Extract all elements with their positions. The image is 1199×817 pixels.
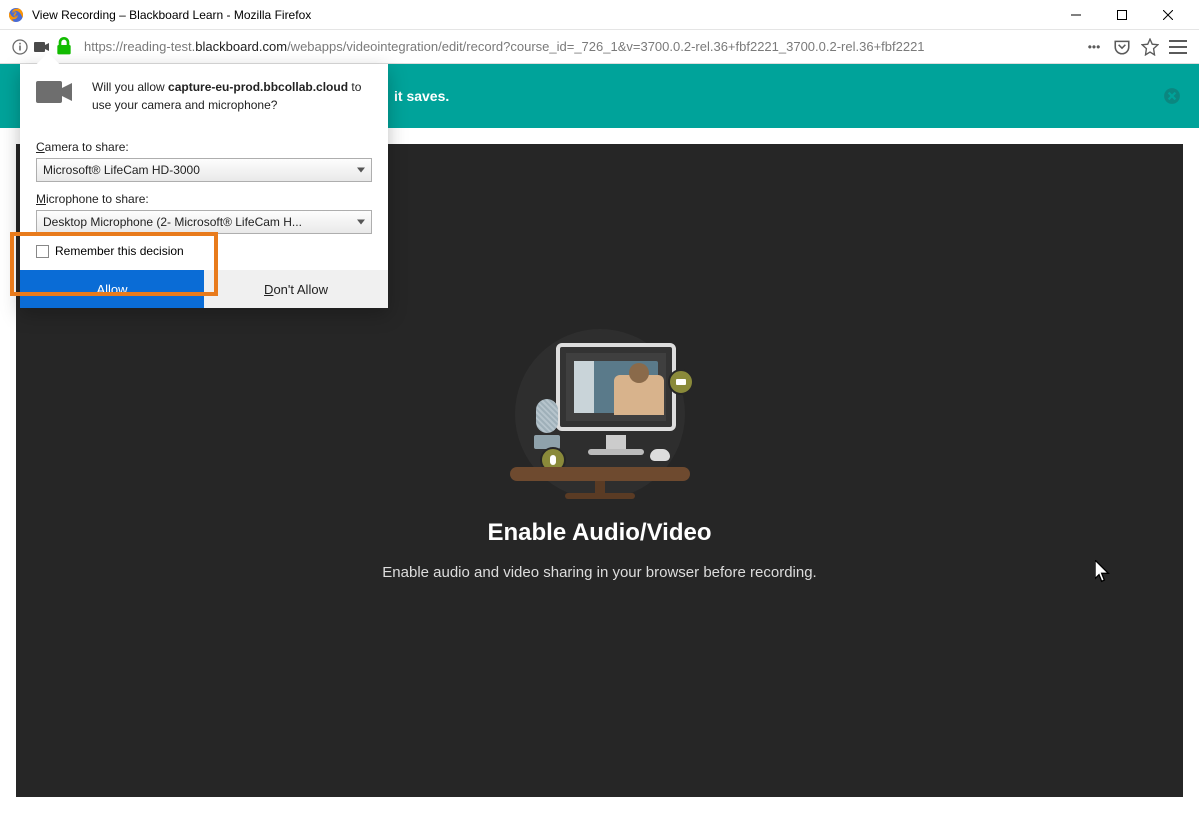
camera-share-label: Camera to share:	[36, 140, 372, 154]
remember-checkbox[interactable]	[36, 245, 49, 258]
allow-button[interactable]: Allow	[20, 270, 204, 308]
camera-icon	[36, 78, 74, 106]
pocket-icon[interactable]	[1113, 38, 1131, 56]
enable-av-illustration	[510, 329, 690, 499]
camera-badge-icon	[668, 369, 694, 395]
page-actions-icon[interactable]: •••	[1085, 38, 1103, 56]
address-bar: https://reading-test.blackboard.com/weba…	[0, 30, 1199, 64]
window-titlebar: View Recording – Blackboard Learn - Mozi…	[0, 0, 1199, 30]
dont-allow-button[interactable]: Don't Allow	[204, 270, 388, 308]
camera-select[interactable]: Microsoft® LifeCam HD-3000	[36, 158, 372, 182]
enable-av-heading: Enable Audio/Video	[300, 519, 900, 547]
microphone-select[interactable]: Desktop Microphone (2- Microsoft® LifeCa…	[36, 210, 372, 234]
permission-dialog: Will you allow capture-eu-prod.bbcollab.…	[20, 64, 388, 308]
notification-text: it saves.	[394, 88, 449, 104]
window-title: View Recording – Blackboard Learn - Mozi…	[32, 8, 1053, 22]
bookmark-star-icon[interactable]	[1141, 38, 1159, 56]
remember-label: Remember this decision	[55, 244, 184, 258]
window-minimize-button[interactable]	[1053, 0, 1099, 30]
url-text[interactable]: https://reading-test.blackboard.com/weba…	[84, 39, 1079, 54]
menu-icon[interactable]	[1169, 38, 1187, 56]
firefox-icon	[8, 7, 24, 23]
window-close-button[interactable]	[1145, 0, 1191, 30]
site-info-icon[interactable]	[12, 39, 28, 55]
notification-close-icon[interactable]	[1163, 87, 1181, 105]
window-maximize-button[interactable]	[1099, 0, 1145, 30]
lock-icon[interactable]	[56, 39, 72, 55]
microphone-share-label: Microphone to share:	[36, 192, 372, 206]
mouse-cursor-icon	[1095, 560, 1111, 582]
enable-av-subtext: Enable audio and video sharing in your b…	[300, 561, 900, 585]
microphone-illustration	[532, 399, 562, 449]
mouse-illustration	[650, 449, 670, 461]
permission-prompt-text: Will you allow capture-eu-prod.bbcollab.…	[92, 78, 372, 114]
